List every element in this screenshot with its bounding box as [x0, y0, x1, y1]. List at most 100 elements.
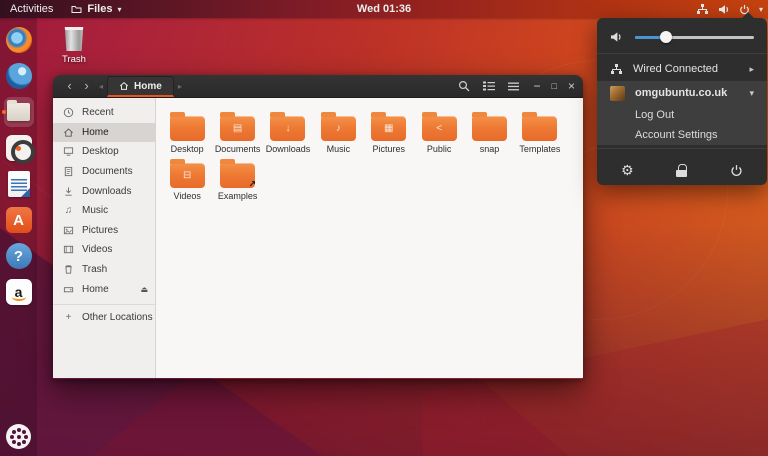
desktop-trash-icon[interactable]: Trash — [52, 27, 96, 65]
menu-item-account-settings[interactable]: Account Settings — [597, 125, 767, 145]
pathbar-scroll-left-icon: ◂ — [99, 81, 104, 91]
folder-icon: < — [421, 112, 457, 141]
lock-icon[interactable] — [676, 163, 688, 177]
folder-label: Videos — [173, 191, 201, 201]
menu-item-user[interactable]: omgubuntu.co.uk ▾ — [597, 81, 767, 105]
trash-label: Trash — [62, 54, 86, 65]
folder-label: Downloads — [265, 144, 311, 154]
pathbar-scroll-right-icon: ▸ — [177, 81, 182, 91]
power-icon[interactable] — [730, 164, 743, 177]
firefox-icon — [5, 27, 32, 53]
dock-item-ubuntu-software[interactable]: A — [4, 205, 34, 235]
volume-icon — [718, 4, 730, 15]
volume-icon — [610, 31, 624, 43]
sidebar-item-label: Pictures — [82, 224, 119, 236]
sidebar-item-documents[interactable]: Documents — [53, 162, 155, 182]
download-icon — [62, 186, 75, 197]
dock-item-libreoffice-writer[interactable] — [4, 169, 34, 199]
sidebar-item-home[interactable]: Home — [53, 122, 155, 143]
folder-label: Documents — [214, 144, 261, 154]
sidebar-item-downloads[interactable]: Downloads — [53, 181, 155, 201]
show-applications-button[interactable] — [6, 424, 31, 449]
folder-item-downloads[interactable]: ↓ Downloads — [263, 110, 313, 157]
pathbar-label: Home — [134, 80, 162, 92]
folder-item-desktop[interactable]: Desktop — [162, 110, 212, 157]
dock-item-firefox[interactable] — [4, 25, 34, 55]
sidebar-item-label: Desktop — [82, 146, 119, 158]
files-window: ‹ › ◂ Home ▸ − □ × Recent Home Desktop D… — [53, 75, 583, 379]
sidebar-item-desktop[interactable]: Desktop — [53, 142, 155, 162]
app-menu-button[interactable]: Files ▾ — [71, 3, 122, 15]
plus-icon: + — [65, 312, 72, 324]
menu-item-wired[interactable]: Wired Connected ▸ — [597, 57, 767, 81]
sidebar-item-label: Documents — [82, 166, 133, 178]
folder-emblem — [522, 116, 557, 141]
user-label: omgubuntu.co.uk — [635, 87, 728, 99]
sidebar-item-videos[interactable]: Videos — [53, 240, 155, 260]
folder-item-documents[interactable]: ▤ Documents — [212, 110, 262, 157]
hamburger-menu-icon[interactable] — [507, 82, 519, 91]
sidebar-item-label: Trash — [82, 264, 108, 276]
folder-item-public[interactable]: < Public — [414, 110, 464, 157]
minimize-button[interactable]: − — [534, 79, 541, 93]
settings-gear-icon[interactable]: ⚙ — [621, 162, 634, 179]
sidebar-item-label: Music — [82, 205, 109, 217]
menu-item-logout[interactable]: Log Out — [597, 105, 767, 125]
dock-item-files[interactable] — [1, 97, 34, 127]
dock-item-rhythmbox[interactable] — [4, 133, 35, 164]
running-indicator-dot — [1, 110, 6, 114]
share-emblem-icon: < — [436, 123, 443, 134]
folder-item-templates[interactable]: Templates — [515, 110, 565, 157]
folder-item-music[interactable]: ♪ Music — [313, 110, 363, 157]
folder-label: Templates — [519, 144, 561, 154]
pathbar-home-button[interactable]: Home — [107, 76, 174, 97]
folder-item-examples[interactable]: ↗ Examples — [212, 157, 262, 204]
volume-slider[interactable] — [635, 31, 754, 43]
sidebar-item-music[interactable]: ♫ Music — [53, 201, 155, 221]
document-emblem-icon: ▤ — [232, 123, 243, 134]
sidebar-item-recent[interactable]: Recent — [53, 103, 155, 123]
folder-item-snap[interactable]: snap — [464, 110, 514, 157]
folder-icon: ♪ — [320, 112, 356, 141]
user-avatar — [610, 85, 625, 101]
eject-icon[interactable]: ⏏ — [140, 285, 148, 294]
dock: A ? a — [0, 18, 37, 456]
activities-button[interactable]: Activities — [10, 3, 53, 15]
folder-item-videos[interactable]: ⊟ Videos — [162, 157, 212, 204]
sidebar-item-home-drive[interactable]: Home ⏏ — [53, 279, 155, 299]
close-button[interactable]: × — [568, 79, 575, 93]
dock-item-help[interactable]: ? — [4, 241, 34, 271]
forward-button[interactable]: › — [78, 76, 95, 96]
sidebar-item-other-locations[interactable]: + Other Locations — [53, 308, 155, 328]
folder-label: Desktop — [170, 144, 204, 154]
sidebar-item-trash[interactable]: Trash — [53, 260, 155, 280]
folder-icon — [71, 4, 82, 14]
chevron-right-icon: ▸ — [749, 63, 754, 74]
dock-item-thunderbird[interactable] — [4, 61, 34, 91]
folder-item-pictures[interactable]: ▦ Pictures — [364, 110, 414, 157]
maximize-button[interactable]: □ — [552, 81, 557, 91]
slider-knob[interactable] — [659, 31, 672, 43]
sidebar-item-label: Videos — [82, 244, 113, 256]
folder-icon: ⊟ — [169, 159, 205, 188]
folder-icon: ▦ — [371, 112, 407, 141]
back-button[interactable]: ‹ — [61, 76, 78, 96]
thunderbird-icon — [5, 63, 32, 89]
folder-view: Desktop ▤ Documents ↓ Downloads ♪ Music … — [156, 98, 583, 378]
menu-pointer — [741, 12, 755, 19]
video-icon — [62, 244, 75, 255]
files-icon — [7, 100, 30, 121]
software-glyph: A — [13, 211, 24, 229]
clock-button[interactable]: Wed 01:36 — [357, 3, 411, 15]
sidebar-item-pictures[interactable]: Pictures — [53, 221, 155, 241]
folder-icon — [169, 112, 205, 141]
amazon-glyph: a — [14, 284, 23, 300]
chevron-down-icon: ▾ — [117, 4, 122, 14]
folder-label: Public — [426, 144, 452, 154]
list-view-icon[interactable] — [482, 81, 495, 91]
search-icon[interactable] — [458, 80, 470, 92]
top-bar: Activities Files ▾ Wed 01:36 ▾ — [0, 0, 768, 18]
sidebar-item-label: Home — [82, 283, 109, 295]
dock-item-amazon[interactable]: a — [4, 277, 34, 307]
ubuntu-software-icon: A — [5, 207, 32, 233]
